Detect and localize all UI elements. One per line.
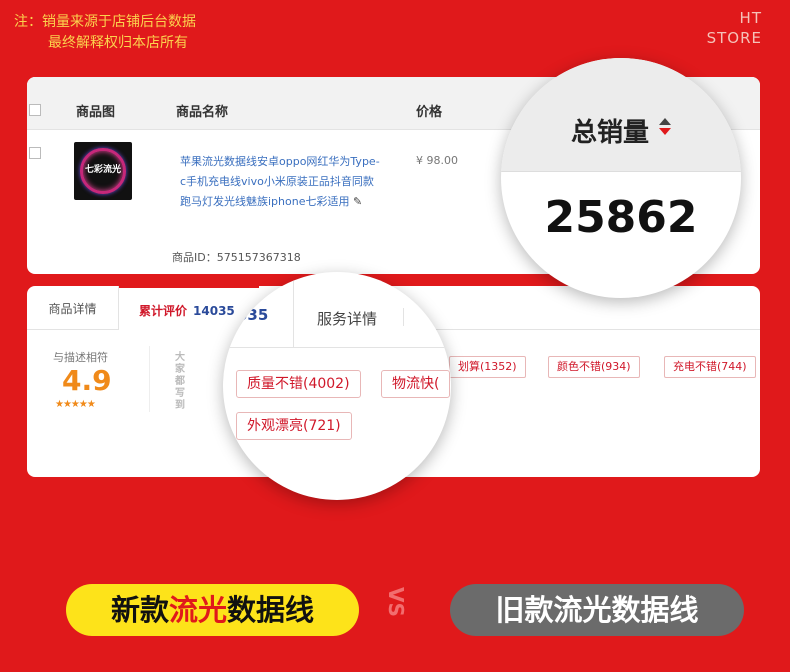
- tab-divider: [403, 308, 404, 326]
- new-cable-badge: 新款流光数据线: [66, 584, 359, 636]
- tab-service-detail[interactable]: 服务详情: [317, 308, 377, 329]
- disclaimer-line-2: 最终解释权归本店所有: [48, 35, 188, 51]
- active-tab-indicator: [271, 272, 293, 275]
- review-magnifier: 035 服务详情 质量不错(4002) 物流快( 外观漂亮(721): [223, 272, 451, 500]
- total-sales-label: 总销量: [571, 118, 650, 148]
- col-price-header: 价格: [416, 105, 443, 120]
- everyone-wrote-label: 大家都写到: [175, 352, 185, 411]
- thumbnail-text: 七彩流光: [84, 165, 121, 175]
- review-tag-logistics[interactable]: 物流快(: [381, 370, 451, 398]
- brand-line-2: STORE: [706, 29, 762, 47]
- sort-down-icon: [659, 128, 671, 135]
- divider: [149, 346, 150, 412]
- product-id: 商品ID：575157367318: [172, 251, 301, 264]
- product-thumbnail[interactable]: 七彩流光: [74, 142, 132, 200]
- total-sales-value: 25862: [544, 192, 698, 243]
- tab-product-detail[interactable]: 商品详情: [27, 286, 119, 330]
- tab-divider: [293, 272, 294, 348]
- review-tag[interactable]: 充电不错(744): [664, 356, 756, 378]
- score-label: 与描述相符: [53, 351, 108, 364]
- store-brand: HT STORE: [707, 8, 762, 48]
- old-cable-badge: 旧款流光数据线: [450, 584, 744, 636]
- review-tag-appearance[interactable]: 外观漂亮(721): [236, 412, 352, 440]
- disclaimer-note: 注：销量来源于店铺后台数据 最终解释权归本店所有: [14, 12, 196, 54]
- product-name-text: 苹果流光数据线安卓oppo网红华为Type-c手机充电线vivo小米原装正品抖音…: [180, 155, 380, 208]
- rating-stars: ★★★★★: [55, 399, 96, 410]
- tab-reviews-label: 累计评价: [139, 304, 188, 318]
- col-image-header: 商品图: [76, 105, 116, 120]
- sort-up-icon: [659, 118, 671, 125]
- select-all-checkbox[interactable]: [29, 104, 41, 116]
- edit-pencil-icon[interactable]: ✎: [353, 195, 362, 208]
- disclaimer-line-1: 注：销量来源于店铺后台数据: [14, 14, 196, 30]
- new-prefix: 新款: [110, 593, 169, 627]
- product-price: ¥ 98.00: [416, 154, 458, 167]
- sales-magnifier: 总销量 25862: [501, 58, 741, 298]
- score-value: 4.9: [62, 364, 112, 397]
- review-tag-quality[interactable]: 质量不错(4002): [236, 370, 361, 398]
- brand-line-1: HT: [739, 9, 762, 27]
- magnified-tab-bar: 035 服务详情: [223, 272, 451, 348]
- new-suffix: 数据线: [227, 593, 315, 627]
- review-tag[interactable]: 划算(1352): [449, 356, 526, 378]
- product-name-link[interactable]: 苹果流光数据线安卓oppo网红华为Type-c手机充电线vivo小米原装正品抖音…: [180, 152, 380, 212]
- review-tag[interactable]: 颜色不错(934): [548, 356, 640, 378]
- col-name-header: 商品名称: [176, 105, 229, 120]
- sales-header: 总销量: [501, 58, 741, 172]
- row-checkbox[interactable]: [29, 147, 41, 159]
- sort-icon[interactable]: [659, 118, 671, 135]
- new-highlight: 流光: [168, 593, 227, 627]
- vs-label: VS: [383, 587, 408, 617]
- magnified-review-count: 035: [237, 306, 269, 324]
